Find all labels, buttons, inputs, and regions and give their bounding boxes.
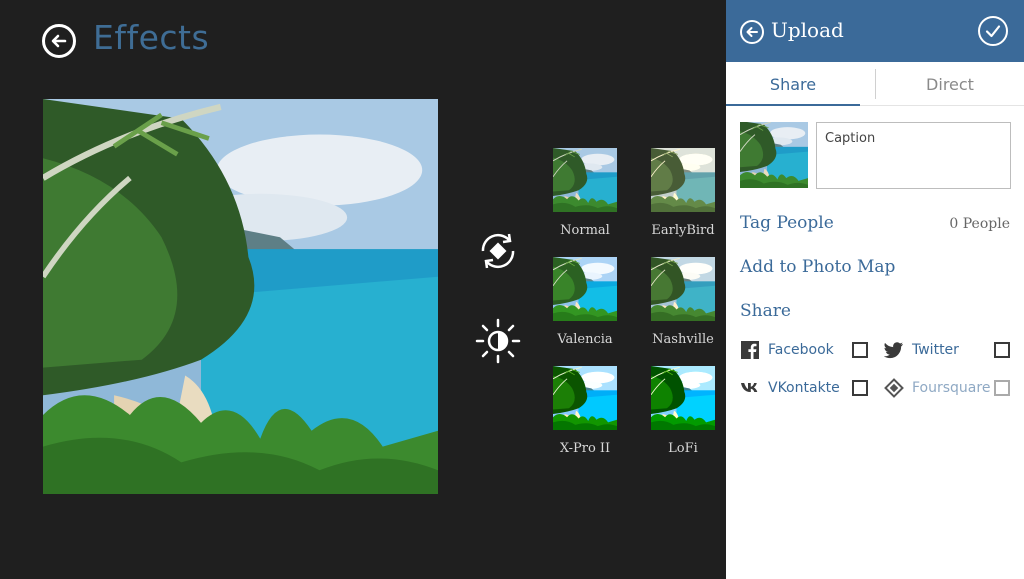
filter-label: Normal <box>560 223 610 238</box>
upload-tabs: Share Direct <box>726 62 1024 106</box>
share-section-label: Share <box>740 301 791 321</box>
upload-header: Upload <box>726 0 1024 62</box>
upload-panel: Upload Share Direct Caption Tag People 0… <box>726 0 1024 579</box>
vkontakte-checkbox[interactable] <box>852 380 868 396</box>
app: Effects Normal EarlyBird Valencia Nashvi… <box>0 0 1024 579</box>
filter-label: EarlyBird <box>651 223 715 238</box>
effects-view: Effects Normal EarlyBird Valencia Nashvi… <box>0 0 726 579</box>
share-facebook[interactable]: Facebook <box>740 340 834 360</box>
upload-title: Upload <box>771 18 844 42</box>
filter-thumbnail <box>651 148 715 212</box>
tag-people-count: 0 People <box>949 216 1010 232</box>
filter-label: X-Pro II <box>559 441 611 456</box>
brightness-button[interactable] <box>473 316 523 366</box>
confirm-button[interactable] <box>978 16 1008 46</box>
arrow-left-icon <box>746 27 758 37</box>
filter-label: LoFi <box>668 441 698 456</box>
post-thumbnail <box>740 122 808 188</box>
filter-lofi[interactable]: LoFi <box>651 366 715 456</box>
filter-thumbnail <box>553 148 617 212</box>
checkmark-icon <box>985 25 1001 38</box>
filter-xpro[interactable]: X-Pro II <box>553 366 617 456</box>
filter-normal[interactable]: Normal <box>553 148 617 238</box>
rotate-icon <box>481 233 515 269</box>
facebook-icon <box>740 340 760 360</box>
filter-valencia[interactable]: Valencia <box>553 257 617 347</box>
vkontakte-icon <box>740 378 760 398</box>
twitter-label: Twitter <box>912 342 959 358</box>
filter-thumbnail <box>553 257 617 321</box>
filter-thumbnail <box>651 366 715 430</box>
caption-input[interactable]: Caption <box>816 122 1011 189</box>
page-title: Effects <box>93 18 210 57</box>
share-vkontakte[interactable]: VKontakte <box>740 378 840 398</box>
facebook-label: Facebook <box>768 342 834 358</box>
add-to-photo-map-link[interactable]: Add to Photo Map <box>740 257 895 277</box>
filter-label: Valencia <box>557 332 613 347</box>
filter-thumbnail <box>553 366 617 430</box>
tag-people-link[interactable]: Tag People <box>740 213 834 233</box>
rotate-button[interactable] <box>473 226 523 276</box>
upload-back-button[interactable] <box>740 20 764 44</box>
foursquare-checkbox[interactable] <box>994 380 1010 396</box>
twitter-icon <box>884 340 904 360</box>
filter-label: Nashville <box>652 332 714 347</box>
twitter-checkbox[interactable] <box>994 342 1010 358</box>
back-button[interactable] <box>42 24 76 58</box>
vkontakte-label: VKontakte <box>768 380 840 396</box>
filter-thumbnail <box>651 257 715 321</box>
filter-nashville[interactable]: Nashville <box>651 257 715 347</box>
share-foursquare[interactable]: Foursquare <box>884 378 990 398</box>
foursquare-icon <box>884 378 904 398</box>
facebook-checkbox[interactable] <box>852 342 868 358</box>
brightness-icon <box>475 318 521 364</box>
filter-earlybird[interactable]: EarlyBird <box>651 148 715 238</box>
foursquare-label: Foursquare <box>912 380 991 396</box>
tab-direct[interactable]: Direct <box>876 62 1024 106</box>
photo-preview <box>43 99 438 494</box>
share-twitter[interactable]: Twitter <box>884 340 959 360</box>
tab-share[interactable]: Share <box>726 62 860 106</box>
arrow-left-icon <box>51 34 67 48</box>
